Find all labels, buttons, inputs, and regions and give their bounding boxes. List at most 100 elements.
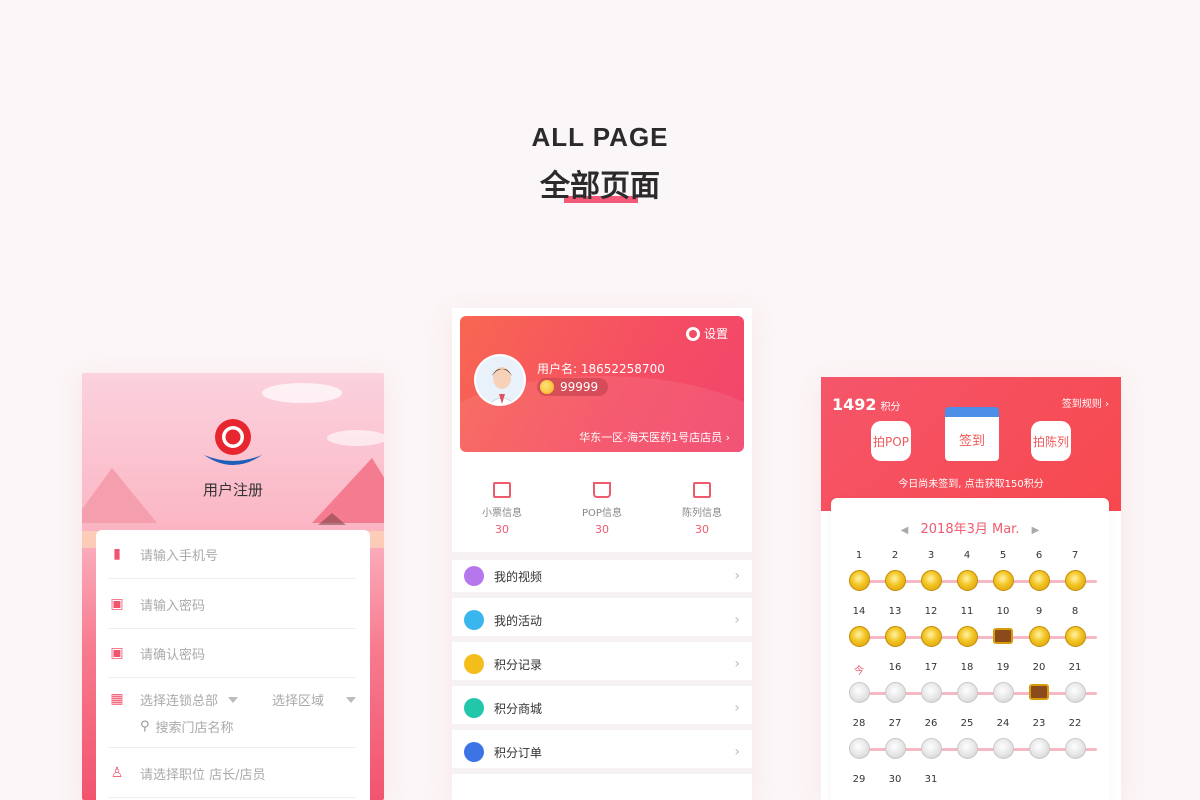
- menu-points-record[interactable]: 积分记录 ›: [452, 648, 752, 686]
- calendar-day[interactable]: 27: [883, 718, 907, 729]
- gold-coin-icon: [1029, 626, 1050, 647]
- photo-display-button[interactable]: 拍陈列: [1031, 421, 1071, 461]
- calendar-day[interactable]: 21: [1063, 662, 1087, 673]
- checkin-button[interactable]: 签到: [945, 407, 999, 461]
- calendar-day[interactable]: 3: [919, 550, 943, 561]
- search-icon: ⚲: [140, 719, 150, 734]
- calendar-day[interactable]: 26: [919, 718, 943, 729]
- easel-icon: [593, 482, 611, 498]
- position-select[interactable]: ♙ 请选择职位 店长/店员: [108, 749, 356, 798]
- checkin-tip: 今日尚未签到, 点击获取150积分: [898, 479, 1044, 490]
- gold-coin-icon: [921, 570, 942, 591]
- menu-points-mall[interactable]: 积分商城 ›: [452, 692, 752, 730]
- heading-zh: 全部页面: [540, 169, 660, 204]
- month-selector: ◀ 2018年3月 Mar. ▶: [900, 522, 1040, 537]
- silver-coin-icon: [1065, 738, 1086, 759]
- gold-coin-icon: [885, 570, 906, 591]
- silver-coin-icon: [849, 682, 870, 703]
- calendar-day[interactable]: 29: [847, 774, 871, 785]
- calendar-week: 29 30 31: [847, 774, 1093, 800]
- calendar-day[interactable]: 17: [919, 662, 943, 673]
- silver-coin-icon: [993, 682, 1014, 703]
- heading-en: ALL PAGE: [531, 122, 669, 152]
- stat-pop[interactable]: POP信息 30: [552, 468, 652, 554]
- stat-receipt[interactable]: 小票信息 30: [452, 468, 552, 554]
- profile-banner: 设置 用户名: 18652258700 99999 华东一区-海天医药1号店店员…: [460, 316, 744, 452]
- calendar-day[interactable]: 1: [847, 550, 871, 561]
- calendar-day[interactable]: 20: [1027, 662, 1051, 673]
- calendar-card: ◀ 2018年3月 Mar. ▶ 1 2 3 4 5 6 7 14 13 12 11 10 9 8 今 16 1…: [831, 498, 1109, 800]
- treasure-chest-icon: [993, 628, 1013, 644]
- silver-coin-icon: [849, 738, 870, 759]
- calendar-day[interactable]: 24: [991, 718, 1015, 729]
- calendar-day[interactable]: 9: [1027, 606, 1051, 617]
- checkin-screen: 1492 积分 签到规则 › 拍POP 签到 拍陈列 今日尚未签到, 点击获取15…: [821, 377, 1121, 800]
- calendar-day[interactable]: 23: [1027, 718, 1051, 729]
- calendar-day[interactable]: 今: [847, 662, 871, 677]
- calendar-day[interactable]: 31: [919, 774, 943, 785]
- chevron-right-icon: ›: [725, 431, 730, 444]
- silver-coin-icon: [921, 738, 942, 759]
- menu-my-videos[interactable]: 我的视频 ›: [452, 560, 752, 598]
- stat-display[interactable]: 陈列信息 30: [652, 468, 752, 554]
- menu-my-activities[interactable]: 我的活动 ›: [452, 604, 752, 642]
- calendar-day[interactable]: 10: [991, 606, 1015, 617]
- calendar-day[interactable]: 25: [955, 718, 979, 729]
- app-logo: [204, 419, 262, 465]
- menu-points-orders[interactable]: 积分订单 ›: [452, 736, 752, 774]
- confirm-password-field[interactable]: ▣ 请确认密码: [108, 629, 356, 678]
- phone-field[interactable]: ▮ 请输入手机号: [108, 530, 356, 579]
- gold-coin-icon: [1065, 570, 1086, 591]
- calendar-day[interactable]: 19: [991, 662, 1015, 673]
- calendar-day[interactable]: 8: [1063, 606, 1087, 617]
- calendar-day[interactable]: 13: [883, 606, 907, 617]
- chevron-right-icon: ›: [734, 700, 740, 716]
- prev-month-icon[interactable]: ◀: [901, 525, 909, 536]
- username: 用户名: 18652258700: [537, 362, 665, 376]
- calendar-day[interactable]: 6: [1027, 550, 1051, 561]
- calendar-day[interactable]: 2: [883, 550, 907, 561]
- points-badge: 99999: [537, 378, 609, 396]
- stats-row: 小票信息 30 POP信息 30 陈列信息 30: [452, 468, 752, 554]
- treasure-chest-icon: [1029, 684, 1049, 700]
- calendar-day[interactable]: 4: [955, 550, 979, 561]
- calendar-day[interactable]: 7: [1063, 550, 1087, 561]
- gold-coin-icon: [957, 626, 978, 647]
- photo-pop-button[interactable]: 拍POP: [871, 421, 911, 461]
- calendar-day[interactable]: 30: [883, 774, 907, 785]
- confirm-password-placeholder: 请确认密码: [140, 647, 206, 663]
- divider: [452, 552, 752, 560]
- region-select[interactable]: 选择区域: [272, 690, 356, 709]
- settings-button[interactable]: 设置: [685, 325, 728, 342]
- display-icon: [693, 482, 711, 498]
- avatar[interactable]: [474, 354, 526, 406]
- calendar-day[interactable]: 11: [955, 606, 979, 617]
- password-field[interactable]: ▣ 请输入密码: [108, 580, 356, 629]
- phone-icon: ▮: [113, 546, 121, 562]
- store-link[interactable]: 华东一区-海天医药1号店店员 ›: [579, 429, 730, 445]
- chain-select[interactable]: 选择连锁总部: [140, 690, 239, 709]
- gold-coin-icon: [1065, 626, 1086, 647]
- calendar-day[interactable]: 5: [991, 550, 1015, 561]
- calendar-week: 1 2 3 4 5 6 7: [847, 550, 1097, 606]
- silver-coin-icon: [1065, 682, 1086, 703]
- calendar-day[interactable]: 12: [919, 606, 943, 617]
- gear-icon: [685, 326, 700, 341]
- calendar-day[interactable]: 28: [847, 718, 871, 729]
- calendar-day[interactable]: 18: [955, 662, 979, 673]
- store-search-input[interactable]: ⚲ 搜索门店名称: [140, 717, 356, 736]
- register-form: ▮ 请输入手机号 ▣ 请输入密码 ▣ 请确认密码 ▦ 选择连锁总部 选择区域 ⚲…: [96, 530, 370, 800]
- user-icon: ♙: [110, 765, 124, 781]
- next-month-icon[interactable]: ▶: [1032, 525, 1040, 536]
- gold-coin-icon: [849, 570, 870, 591]
- silver-coin-icon: [921, 682, 942, 703]
- silver-coin-icon: [885, 738, 906, 759]
- calendar-day[interactable]: 22: [1063, 718, 1087, 729]
- password-placeholder: 请输入密码: [140, 598, 206, 614]
- calendar-day[interactable]: 16: [883, 662, 907, 673]
- star-icon: [464, 654, 484, 674]
- position-placeholder: 请选择职位 店长/店员: [140, 767, 266, 783]
- calendar-day[interactable]: 14: [847, 606, 871, 617]
- checkin-rules-link[interactable]: 签到规则 ›: [1062, 395, 1109, 410]
- calendar-week: 今 16 17 18 19 20 21: [847, 662, 1097, 718]
